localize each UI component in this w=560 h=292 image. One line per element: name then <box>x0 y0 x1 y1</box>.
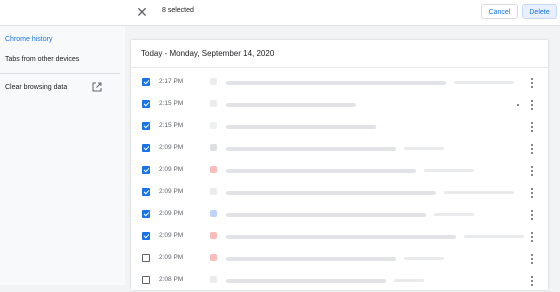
row-checkbox[interactable] <box>142 210 150 218</box>
visit-time: 2:09 PM <box>159 144 184 151</box>
page-domain-blurred <box>464 235 524 238</box>
cancel-button[interactable]: Cancel <box>481 4 518 19</box>
history-row[interactable]: 2:09 PM <box>131 182 548 204</box>
delete-button[interactable]: Delete <box>522 4 557 19</box>
page-domain-blurred <box>404 257 444 260</box>
sidebar-item-chrome-history[interactable]: Chrome history <box>5 36 52 43</box>
row-checkbox[interactable] <box>142 100 150 108</box>
visit-time: 2:09 PM <box>159 210 184 217</box>
site-favicon-icon <box>210 254 217 261</box>
toolbar: ✕ 8 selected Cancel Delete <box>0 0 560 26</box>
site-favicon-icon <box>210 188 217 195</box>
visit-time: 2:09 PM <box>159 232 184 239</box>
row-checkbox[interactable] <box>142 254 150 262</box>
more-actions-icon[interactable] <box>529 187 535 199</box>
row-checkbox[interactable] <box>142 78 150 86</box>
visit-time: 2:09 PM <box>159 188 184 195</box>
selected-count: 8 selected <box>162 7 194 14</box>
more-actions-icon[interactable] <box>529 253 535 265</box>
site-favicon-icon <box>210 100 217 107</box>
site-favicon-icon <box>210 232 217 239</box>
site-favicon-icon <box>210 122 217 129</box>
page-domain-blurred <box>394 279 424 282</box>
page-title-blurred[interactable] <box>226 191 436 195</box>
page-domain-blurred <box>404 147 444 150</box>
history-row[interactable]: 2:08 PM <box>131 270 548 292</box>
row-checkbox[interactable] <box>142 166 150 174</box>
history-row[interactable]: 2:09 PM <box>131 248 548 270</box>
more-actions-icon[interactable] <box>529 99 535 111</box>
row-checkbox[interactable] <box>142 276 150 284</box>
page-domain-blurred <box>454 81 514 84</box>
row-checkbox[interactable] <box>142 188 150 196</box>
site-favicon-icon <box>210 166 217 173</box>
more-actions-icon[interactable] <box>529 209 535 221</box>
sidebar: Chrome history Tabs from other devices C… <box>0 26 125 285</box>
site-favicon-icon <box>210 276 217 283</box>
page-title-blurred[interactable] <box>226 169 416 173</box>
page-title-blurred[interactable] <box>226 257 396 261</box>
row-checkbox[interactable] <box>142 232 150 240</box>
sidebar-divider <box>0 73 120 74</box>
more-actions-icon[interactable] <box>529 275 535 287</box>
history-row[interactable]: 2:09 PM <box>131 160 548 182</box>
open-in-new-icon[interactable] <box>92 82 102 92</box>
page-title-blurred[interactable] <box>226 125 376 129</box>
page-title-blurred[interactable] <box>226 147 396 151</box>
row-checkbox[interactable] <box>142 122 150 130</box>
visit-time: 2:09 PM <box>159 166 184 173</box>
page-title-blurred[interactable] <box>226 81 446 85</box>
history-row[interactable]: 2:09 PM <box>131 138 548 160</box>
row-checkbox[interactable] <box>142 144 150 152</box>
page-domain-blurred <box>444 191 514 194</box>
clear-browsing-data-link[interactable]: Clear browsing data <box>5 84 67 91</box>
site-favicon-icon <box>210 144 217 151</box>
page-title-blurred[interactable] <box>226 279 386 283</box>
date-heading: Today - Monday, September 14, 2020 <box>141 49 275 58</box>
close-icon[interactable]: ✕ <box>134 3 150 21</box>
history-row[interactable]: 2:09 PM <box>131 226 548 248</box>
page-domain-blurred <box>424 169 474 172</box>
more-actions-icon[interactable] <box>529 143 535 155</box>
card-divider <box>131 67 548 68</box>
more-actions-icon[interactable] <box>529 165 535 177</box>
page-title-blurred[interactable] <box>226 235 456 239</box>
more-actions-icon[interactable] <box>529 77 535 89</box>
more-actions-icon[interactable] <box>529 121 535 133</box>
visit-time: 2:15 PM <box>159 100 184 107</box>
visit-time: 2:15 PM <box>159 122 184 129</box>
page-title-blurred[interactable] <box>226 103 356 107</box>
visit-time: 2:17 PM <box>159 78 184 85</box>
history-row[interactable]: 2:17 PM <box>131 72 548 94</box>
more-actions-icon[interactable] <box>529 231 535 243</box>
visit-time: 2:08 PM <box>159 276 184 283</box>
history-card: Today - Monday, September 14, 2020 2:17 … <box>131 40 548 290</box>
stray-dot <box>517 104 519 106</box>
page-title-blurred[interactable] <box>226 213 426 217</box>
history-row[interactable]: 2:09 PM <box>131 204 548 226</box>
site-favicon-icon <box>210 210 217 217</box>
sidebar-item-tabs-from-other-devices[interactable]: Tabs from other devices <box>5 56 79 63</box>
visit-time: 2:09 PM <box>159 254 184 261</box>
history-row[interactable]: 2:15 PM <box>131 94 548 116</box>
page-domain-blurred <box>434 213 474 216</box>
history-row[interactable]: 2:15 PM <box>131 116 548 138</box>
site-favicon-icon <box>210 78 217 85</box>
